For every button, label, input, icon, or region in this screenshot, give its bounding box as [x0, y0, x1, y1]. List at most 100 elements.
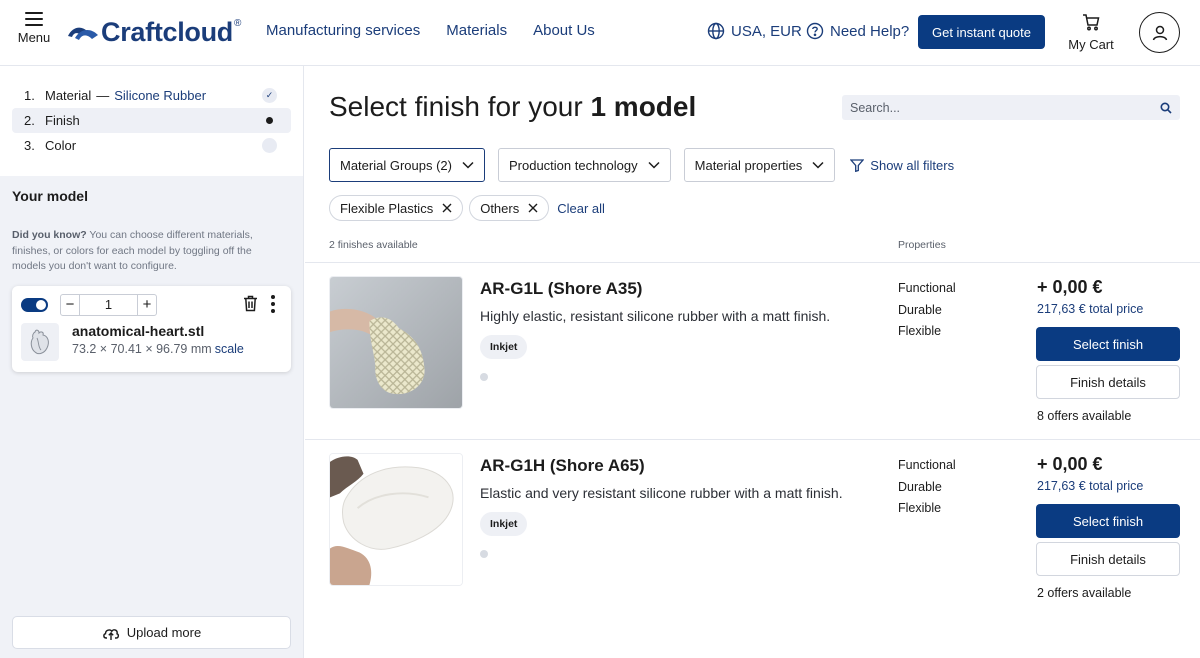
model-toggle[interactable] [21, 298, 48, 312]
chip-others[interactable]: Others [469, 195, 550, 221]
finish-image[interactable] [329, 453, 463, 586]
close-icon[interactable] [442, 203, 452, 213]
material-groups-dropdown[interactable]: Material Groups (2) [329, 148, 485, 182]
technology-badge: Inkjet [480, 512, 528, 536]
did-you-know-title: Did you know? [12, 229, 87, 241]
current-step-icon [262, 113, 277, 128]
step-label: Material [45, 88, 92, 103]
page-title-prefix: Select finish for your [329, 91, 591, 122]
upload-icon [102, 628, 119, 640]
property-item: Functional [898, 281, 956, 295]
chevron-down-icon [462, 161, 474, 169]
step-label: Finish [45, 113, 80, 128]
chip-label: Flexible Plastics [340, 200, 434, 216]
filter-bar: Material Groups (2) Production technolog… [329, 148, 954, 182]
active-filter-chips: Flexible Plastics Others Clear all [329, 195, 605, 221]
your-model-heading: Your model [12, 188, 88, 204]
properties-column-header: Properties [898, 239, 946, 251]
material-groups-label: Material Groups (2) [340, 157, 452, 173]
cart-icon [1083, 14, 1100, 31]
upload-more-label: Upload more [126, 625, 202, 640]
upload-more-button[interactable]: Upload more [12, 616, 291, 649]
nav-manufacturing-services[interactable]: Manufacturing services [266, 22, 420, 39]
color-swatch [480, 550, 488, 558]
globe-icon [707, 22, 725, 40]
finish-properties: Functional Durable Flexible [898, 278, 956, 343]
price-delta: + 0,00 € [1037, 277, 1103, 297]
did-you-know-tip: Did you know? You can choose different m… [12, 228, 287, 275]
property-item: Durable [898, 479, 942, 494]
increase-quantity-button[interactable]: + [138, 295, 156, 315]
scale-link[interactable]: scale [215, 342, 244, 356]
region-selector[interactable]: USA, EUR [707, 22, 802, 40]
material-properties-dropdown[interactable]: Material properties [683, 148, 836, 182]
kebab-icon[interactable] [269, 295, 277, 313]
close-icon[interactable] [528, 203, 538, 213]
configuration-sidebar: 1. Material — Silicone Rubber ✓ 2. Finis… [0, 66, 304, 658]
config-steps: 1. Material — Silicone Rubber ✓ 2. Finis… [0, 66, 303, 176]
step-label: Color [45, 138, 77, 153]
quantity-value[interactable]: 1 [79, 295, 138, 315]
show-all-filters-link[interactable]: Show all filters [850, 158, 954, 173]
step-separator: — [96, 88, 110, 103]
logo-mark-icon [68, 27, 98, 40]
lattice-sample-image [330, 277, 462, 408]
logo-text: Craftcloud [101, 16, 234, 47]
property-item: Durable [898, 302, 942, 317]
chevron-down-icon [648, 161, 660, 169]
step-value: Silicone Rubber [114, 88, 207, 103]
page-title-count: 1 model [590, 91, 697, 122]
search-icon[interactable] [1160, 101, 1172, 114]
select-finish-button[interactable]: Select finish [1036, 327, 1180, 361]
model-dimensions-value: 73.2 × 70.41 × 96.79 mm [72, 342, 212, 356]
finish-name[interactable]: AR-G1L (Shore A35) [480, 279, 642, 299]
color-swatch [480, 373, 488, 381]
finish-row: AR-G1L (Shore A35) Highly elastic, resis… [305, 262, 1200, 439]
model-card: − 1 + anatomical-heart.stl 73.2 × 70.41 … [12, 286, 291, 372]
top-header: Menu Craftcloud ® Manufacturing services… [0, 0, 1200, 66]
material-properties-label: Material properties [694, 157, 803, 173]
trash-icon[interactable] [243, 295, 258, 312]
step-finish[interactable]: 2. Finish [12, 108, 291, 133]
select-finish-button[interactable]: Select finish [1036, 504, 1180, 538]
finish-image[interactable] [329, 276, 463, 409]
step-number: 2. [24, 113, 35, 128]
chip-flexible-plastics[interactable]: Flexible Plastics [329, 195, 464, 221]
menu-button[interactable]: Menu [14, 12, 54, 45]
production-technology-dropdown[interactable]: Production technology [497, 148, 671, 182]
cart-label: My Cart [1068, 37, 1114, 52]
finish-details-button[interactable]: Finish details [1036, 365, 1180, 399]
account-avatar[interactable] [1139, 12, 1180, 53]
cart-button[interactable]: My Cart [1066, 12, 1116, 52]
craftcloud-logo[interactable]: Craftcloud ® [66, 14, 241, 50]
nav-materials[interactable]: Materials [446, 22, 507, 39]
heart-model-icon [30, 329, 49, 355]
clear-all-link[interactable]: Clear all [557, 201, 605, 216]
filter-icon [850, 158, 865, 172]
model-dimensions: 73.2 × 70.41 × 96.79 mm scale [72, 342, 244, 356]
get-instant-quote-button[interactable]: Get instant quote [918, 15, 1045, 49]
finish-details-button[interactable]: Finish details [1036, 542, 1180, 576]
finish-description: Highly elastic, resistant silicone rubbe… [480, 308, 831, 324]
finish-name[interactable]: AR-G1H (Shore A65) [480, 456, 645, 476]
quantity-stepper: − 1 + [60, 294, 157, 316]
chevron-down-icon [812, 161, 824, 169]
logo-registered-mark: ® [234, 18, 242, 29]
nav-about-us[interactable]: About Us [533, 22, 595, 39]
offers-count: 8 offers available [1037, 409, 1132, 423]
region-label: USA, EUR [731, 22, 802, 40]
decrease-quantity-button[interactable]: − [61, 295, 79, 315]
finish-properties: Functional Durable Flexible [898, 455, 956, 520]
finish-row: AR-G1H (Shore A65) Elastic and very resi… [305, 439, 1200, 616]
search-input[interactable] [850, 100, 1160, 115]
step-material[interactable]: 1. Material — Silicone Rubber ✓ [12, 83, 291, 108]
help-label: Need Help? [830, 22, 910, 40]
help-link[interactable]: Need Help? [806, 22, 909, 40]
check-icon: ✓ [262, 88, 277, 103]
user-icon [1152, 25, 1167, 40]
step-color[interactable]: 3. Color [12, 133, 291, 158]
menu-label: Menu [17, 30, 51, 45]
search-box [842, 95, 1180, 120]
chip-label: Others [480, 200, 520, 216]
main-nav: Manufacturing services Materials About U… [266, 22, 595, 39]
